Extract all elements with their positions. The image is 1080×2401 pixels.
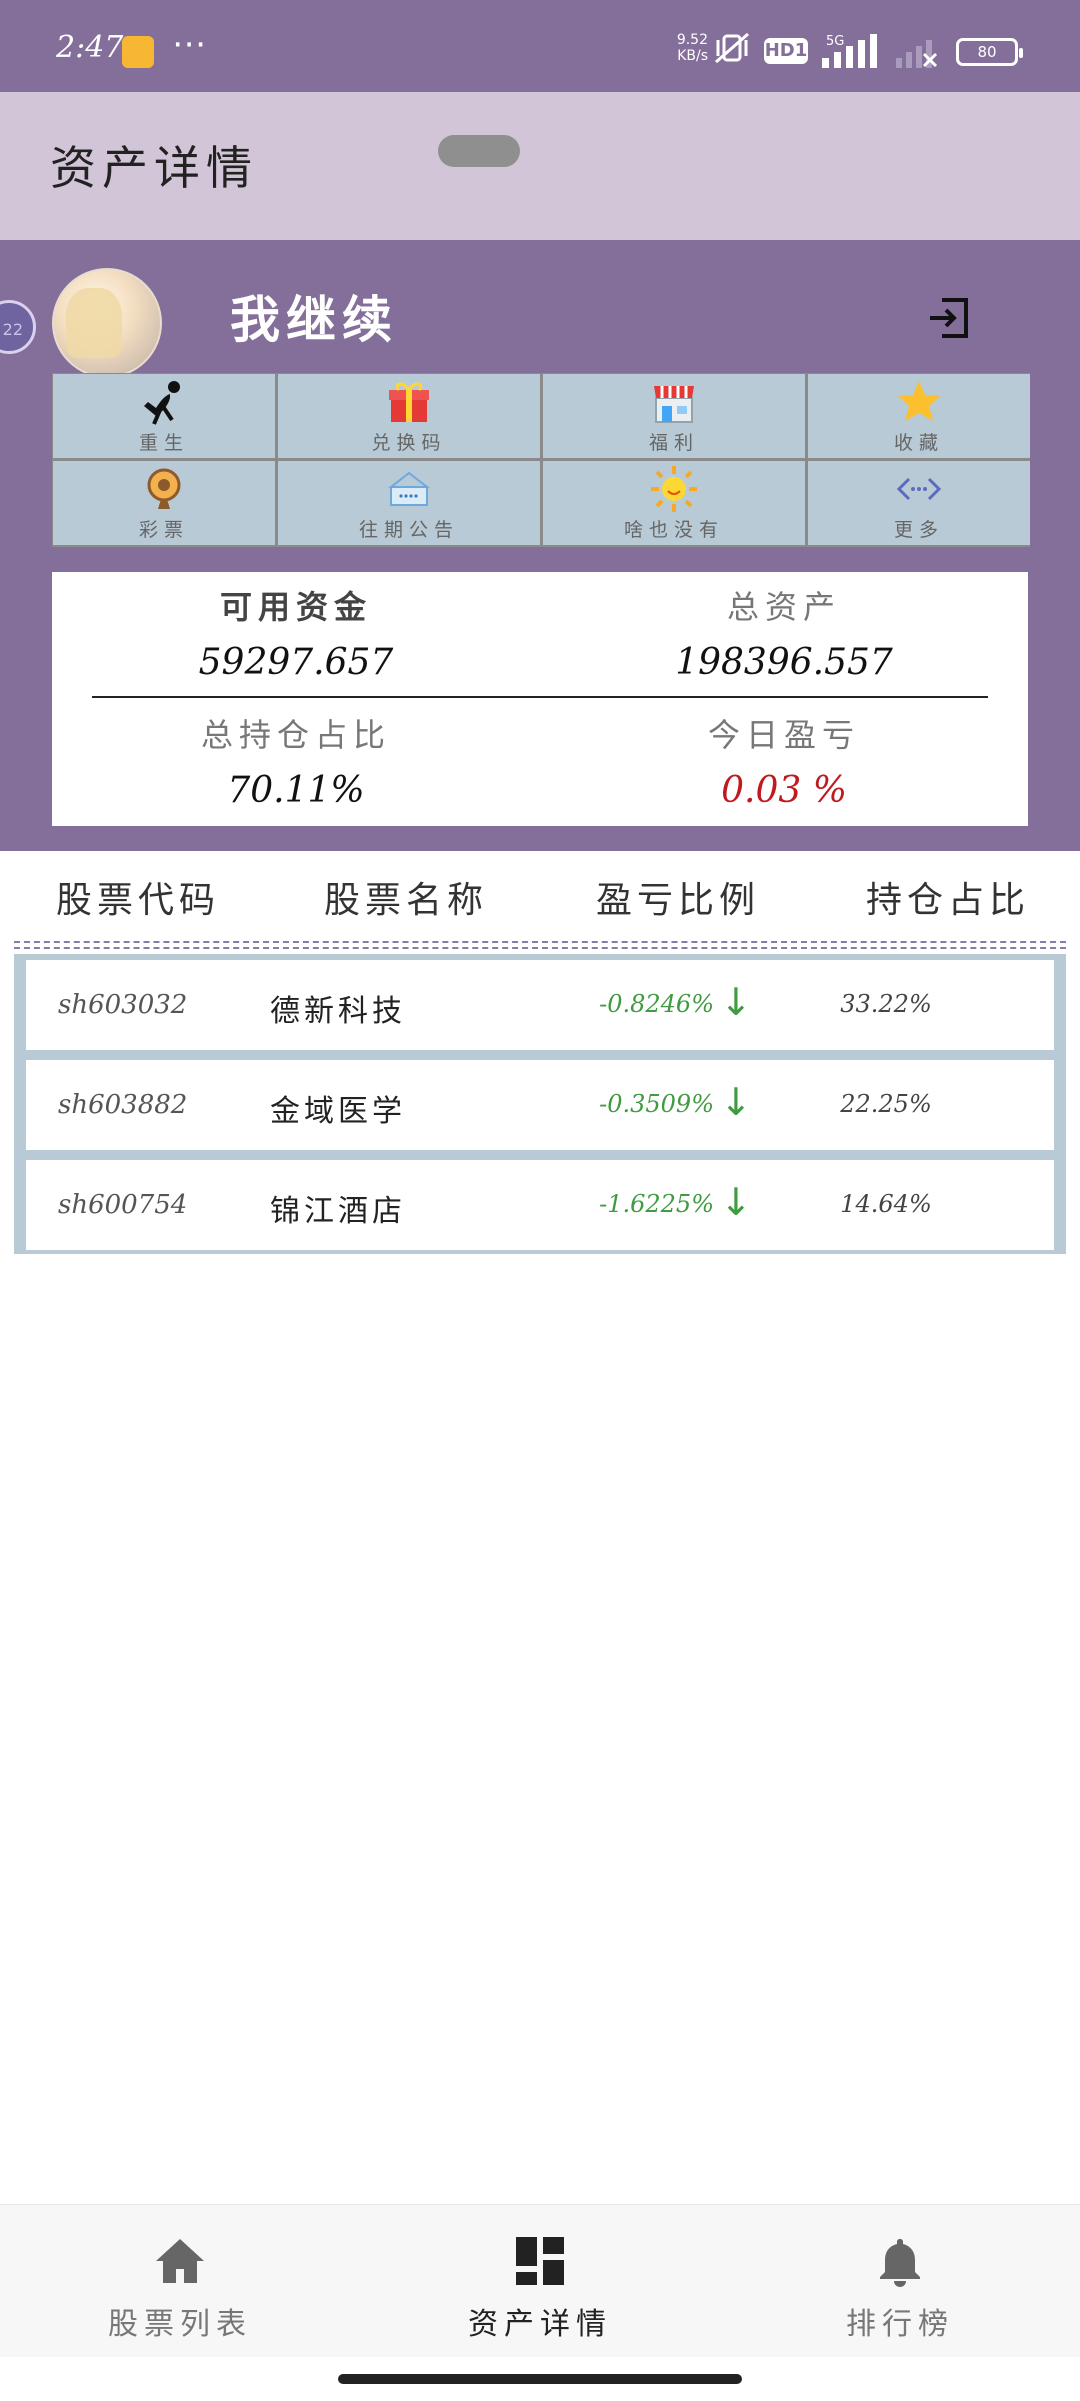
down-arrow-icon: ↓ (720, 1080, 752, 1124)
table-row[interactable]: sh603032 德新科技 -0.8246% ↓ 33.22% (26, 960, 1054, 1050)
rebirth-figure-icon (144, 381, 180, 425)
total-assets-value: 198396.557 (675, 642, 893, 683)
network-speed: 9.52 KB/s (668, 32, 708, 64)
menu-item-label: 福利 (648, 432, 699, 454)
bell-icon (880, 2239, 920, 2287)
available-funds-value: 59297.657 (198, 642, 394, 683)
menu-item-lottery[interactable]: 彩票 (53, 461, 275, 545)
today-pl-label: 今日盈亏 (707, 716, 860, 754)
shop-icon (654, 386, 694, 423)
mute-vibrate-icon (715, 32, 749, 64)
feature-menu-grid: 重生 兑换码 福利 收藏 彩票 往期公告 啥也没有 更多 (52, 373, 1030, 547)
table-row[interactable]: sh603882 金域医学 -0.3509% ↓ 22.25% (26, 1060, 1054, 1150)
star-icon (898, 381, 940, 421)
home-indicator[interactable] (338, 2374, 742, 2384)
logout-icon[interactable] (928, 296, 972, 340)
header-pill (438, 135, 520, 167)
nav-label: 资产详情 (468, 2307, 612, 2342)
more-notifications-icon: ⋯ (172, 24, 208, 64)
menu-item-label: 更多 (893, 519, 944, 541)
asset-summary-card: 可用资金 总资产 59297.657 198396.557 总持仓占比 今日盈亏… (52, 572, 1028, 826)
stock-name: 金域医学 (270, 1094, 406, 1129)
profile-panel: 22 我继续 重生 兑换码 福利 收藏 彩票 往期公告 啥也没有 更多 可用资金… (0, 240, 1080, 851)
menu-item-announcements[interactable]: 往期公告 (278, 461, 540, 545)
stock-code: sh603882 (58, 1090, 188, 1120)
table-row[interactable]: sh600754 锦江酒店 -1.6225% ↓ 14.64% (26, 1160, 1054, 1250)
signal-strength-icon (822, 34, 877, 68)
announcement-icon (388, 471, 430, 506)
holdings-table-header: 股票代码 股票名称 盈亏比例 持仓占比 (0, 851, 1080, 943)
network-speed-unit: KB/s (677, 48, 708, 64)
stock-pl-ratio: -0.8246% (599, 990, 714, 1018)
more-code-icon (896, 477, 942, 501)
avatar[interactable] (52, 268, 162, 378)
position-ratio-value: 70.11% (227, 770, 365, 811)
down-arrow-icon: ↓ (720, 980, 752, 1024)
avatar-figure (66, 288, 122, 358)
menu-item-more[interactable]: 更多 (808, 461, 1030, 545)
stock-name: 德新科技 (270, 994, 406, 1029)
column-header-code: 股票代码 (56, 880, 221, 921)
column-header-name: 股票名称 (324, 880, 489, 921)
header-divider (14, 941, 1066, 943)
available-funds-label: 可用资金 (219, 588, 372, 626)
stock-position-ratio: 33.22% (840, 990, 932, 1018)
today-pl-value: 0.03 % (721, 770, 847, 811)
menu-item-label: 彩票 (138, 519, 189, 541)
divider (92, 696, 988, 698)
status-time: 2:47 (56, 30, 124, 65)
menu-item-favorites[interactable]: 收藏 (808, 374, 1030, 458)
signal-strength-2-icon (896, 40, 938, 68)
nav-leaderboard[interactable]: 排行榜 (720, 2205, 1080, 2357)
page-title: 资产详情 (50, 141, 258, 195)
hd-voice-badge: HD1 (764, 38, 808, 64)
position-ratio-label: 总持仓占比 (200, 716, 391, 754)
stock-position-ratio: 14.64% (840, 1190, 932, 1218)
stock-pl-ratio: -0.3509% (599, 1090, 714, 1118)
nav-stock-list[interactable]: 股票列表 (0, 2205, 360, 2357)
menu-item-label: 往期公告 (358, 519, 459, 541)
sun-icon (651, 466, 697, 512)
home-icon (156, 2239, 204, 2283)
menu-item-redeem-code[interactable]: 兑换码 (278, 374, 540, 458)
battery-icon: 80 (956, 38, 1023, 66)
stock-position-ratio: 22.25% (840, 1090, 932, 1118)
lottery-wheel-icon (147, 468, 181, 509)
floating-bubble[interactable]: 22 (0, 300, 36, 354)
stock-pl-ratio: -1.6225% (599, 1190, 714, 1218)
header-divider (14, 947, 1066, 949)
username: 我继续 (230, 290, 398, 349)
menu-item-label: 重生 (138, 432, 189, 454)
holdings-table: sh603032 德新科技 -0.8246% ↓ 33.22% sh603882… (14, 954, 1066, 1254)
stock-code: sh603032 (58, 990, 188, 1020)
nav-label: 股票列表 (108, 2307, 252, 2342)
bottom-navigation: 股票列表 资产详情 排行榜 (0, 2204, 1080, 2357)
column-header-pl-ratio: 盈亏比例 (596, 880, 761, 921)
stock-code: sh600754 (58, 1190, 188, 1220)
dashboard-icon (516, 2237, 564, 2285)
menu-item-label: 收藏 (893, 432, 944, 454)
down-arrow-icon: ↓ (720, 1180, 752, 1224)
app-header: 资产详情 (0, 92, 1080, 240)
menu-item-label: 兑换码 (371, 432, 447, 454)
gift-icon (389, 382, 429, 422)
status-bar: 2:47 ⋯ 9.52 KB/s HD1 5G 80 (0, 0, 1080, 92)
menu-item-nothing[interactable]: 啥也没有 (543, 461, 805, 545)
column-header-position-ratio: 持仓占比 (866, 880, 1031, 921)
stock-name: 锦江酒店 (270, 1194, 406, 1229)
total-assets-label: 总资产 (726, 588, 841, 626)
nav-asset-details[interactable]: 资产详情 (360, 2205, 720, 2357)
menu-item-rebirth[interactable]: 重生 (53, 374, 275, 458)
menu-item-welfare[interactable]: 福利 (543, 374, 805, 458)
menu-item-label: 啥也没有 (623, 519, 724, 541)
network-speed-value: 9.52 (676, 32, 708, 48)
nav-label: 排行榜 (846, 2307, 954, 2342)
notification-app-icon (122, 36, 154, 68)
